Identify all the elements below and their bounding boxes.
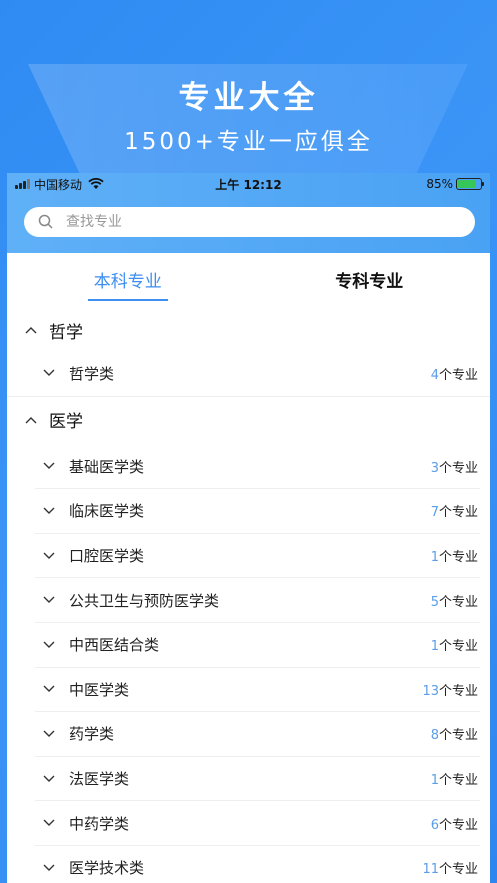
chevron-down-icon xyxy=(43,685,55,693)
list-item[interactable]: 临床医学类 7个专业 xyxy=(35,489,480,534)
search-icon xyxy=(38,214,53,229)
tab-junior-college[interactable]: 专科专业 xyxy=(249,253,491,309)
list-item[interactable]: 医学技术类 11个专业 xyxy=(35,846,480,883)
item-name: 口腔医学类 xyxy=(69,547,145,566)
list-item[interactable]: 基础医学类 3个专业 xyxy=(35,445,480,490)
phone-screen: 中国移动 上午 12:12 85% 本科专业 专科专业 xyxy=(7,173,490,883)
item-count: 7个专业 xyxy=(430,505,478,521)
promo-title: 专业大全 xyxy=(178,80,319,116)
chevron-up-icon xyxy=(25,416,37,424)
header: 中国移动 上午 12:12 85% xyxy=(7,173,490,253)
item-count: 1个专业 xyxy=(430,773,478,789)
item-count: 4个专业 xyxy=(430,367,478,383)
item-count: 13个专业 xyxy=(422,683,478,699)
item-name: 公共卫生与预防医学类 xyxy=(69,591,220,610)
battery-icon xyxy=(456,178,484,190)
battery-indicator: 85% xyxy=(426,177,484,191)
item-name: 中西医结合类 xyxy=(69,636,160,655)
item-count: 1个专业 xyxy=(430,550,478,566)
chevron-down-icon xyxy=(43,462,55,470)
status-bar: 中国移动 上午 12:12 85% xyxy=(7,173,490,195)
list-item[interactable]: 中药学类 6个专业 xyxy=(35,801,480,846)
item-count: 5个专业 xyxy=(430,594,478,610)
item-name: 药学类 xyxy=(69,725,115,744)
item-count: 1个专业 xyxy=(430,639,478,655)
divider xyxy=(7,395,490,397)
item-count: 3个专业 xyxy=(430,460,478,476)
tab-bar: 本科专业 专科专业 xyxy=(7,253,490,309)
item-name: 哲学类 xyxy=(69,364,115,383)
search-bar[interactable] xyxy=(24,207,475,237)
chevron-down-icon xyxy=(43,775,55,782)
item-name: 法医学类 xyxy=(69,770,130,789)
list-item[interactable]: 中西医结合类 1个专业 xyxy=(35,623,480,668)
category-list: 哲学 哲学类 4个专业 医学 基础医学类 3个专业 临床医学类 7个专业 口腔医… xyxy=(7,309,490,883)
chevron-down-icon xyxy=(43,641,55,648)
item-name: 中医学类 xyxy=(69,680,130,699)
list-item[interactable]: 法医学类 1个专业 xyxy=(35,757,480,802)
chevron-down-icon xyxy=(43,552,55,559)
list-item[interactable]: 哲学类 4个专业 xyxy=(35,351,480,396)
group-name: 哲学 xyxy=(49,322,83,343)
tab-undergraduate[interactable]: 本科专业 xyxy=(7,253,249,309)
group-header-philosophy[interactable]: 哲学 xyxy=(7,309,490,351)
list-item[interactable]: 口腔医学类 1个专业 xyxy=(35,534,480,579)
chevron-down-icon xyxy=(43,596,55,604)
chevron-down-icon xyxy=(43,369,55,377)
group-name: 医学 xyxy=(49,412,83,433)
item-count: 8个专业 xyxy=(430,728,478,744)
chevron-down-icon xyxy=(43,730,55,737)
promo-subtitle: 1500+专业一应俱全 xyxy=(124,129,373,155)
list-item[interactable]: 公共卫生与预防医学类 5个专业 xyxy=(35,578,480,623)
item-name: 基础医学类 xyxy=(69,457,145,476)
group-header-medicine[interactable]: 医学 xyxy=(7,399,490,441)
item-count: 11个专业 xyxy=(422,862,478,878)
battery-percent: 85% xyxy=(426,177,453,191)
chevron-up-icon xyxy=(25,327,37,334)
chevron-down-icon xyxy=(43,507,55,514)
chevron-down-icon xyxy=(43,819,55,827)
list-item[interactable]: 中医学类 13个专业 xyxy=(35,668,480,713)
item-name: 中药学类 xyxy=(69,814,130,833)
chevron-down-icon xyxy=(43,864,55,871)
list-item[interactable]: 药学类 8个专业 xyxy=(35,712,480,757)
status-time: 上午 12:12 xyxy=(215,177,282,192)
item-name: 临床医学类 xyxy=(69,502,145,521)
item-name: 医学技术类 xyxy=(69,859,145,878)
item-count: 6个专业 xyxy=(430,817,478,833)
search-input[interactable] xyxy=(66,214,446,230)
